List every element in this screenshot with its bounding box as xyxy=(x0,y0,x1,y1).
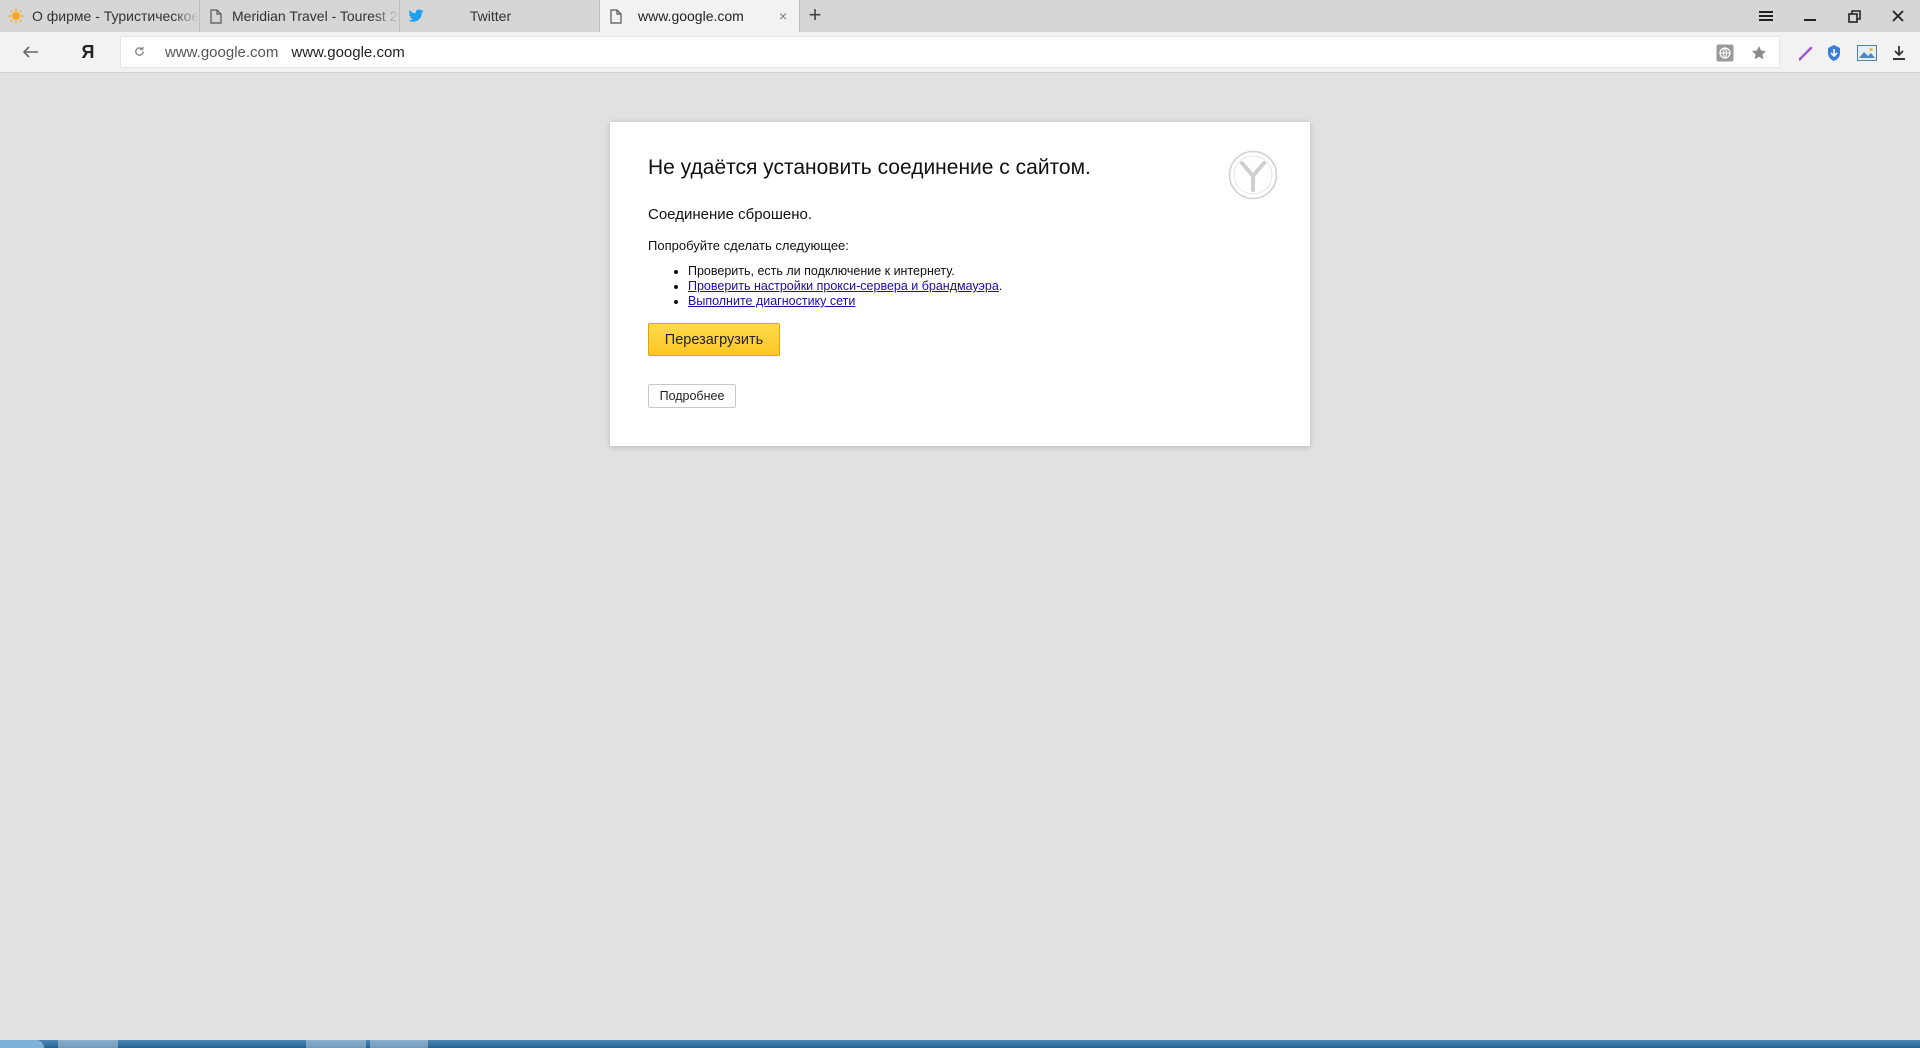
tab-strip: О фирме - Туристическое а Meridian Trave… xyxy=(0,0,1920,33)
proxy-settings-link[interactable]: Проверить настройки прокси-сервера и бра… xyxy=(688,279,999,293)
download-shield-extension-icon[interactable] xyxy=(1823,42,1845,64)
taskbar-item[interactable] xyxy=(370,1040,428,1048)
tab-google-active[interactable]: www.google.com × xyxy=(600,0,800,32)
reload-button[interactable]: Перезагрузить xyxy=(648,323,780,356)
back-button[interactable] xyxy=(11,32,51,72)
twitter-bird-icon xyxy=(408,8,424,24)
tab-o-firme[interactable]: О фирме - Туристическое а xyxy=(0,0,200,32)
suggestion-check-proxy: Проверить настройки прокси-сервера и бра… xyxy=(688,279,1002,294)
tab-label: Twitter xyxy=(469,8,512,24)
taskbar xyxy=(0,1040,1920,1048)
bookmark-star-icon[interactable] xyxy=(1749,43,1769,63)
pen-extension-icon[interactable] xyxy=(1795,42,1817,64)
tab-label: www.google.com xyxy=(638,8,744,24)
error-title: Не удаётся установить соединение с сайто… xyxy=(648,156,1091,179)
network-diagnostics-link[interactable]: Выполните диагностику сети xyxy=(688,294,855,308)
taskbar-item[interactable] xyxy=(58,1040,118,1048)
start-button[interactable] xyxy=(0,1040,44,1048)
new-tab-button[interactable]: + xyxy=(803,4,827,27)
back-arrow-icon xyxy=(23,46,38,58)
tab-label: О фирме - Туристическое а xyxy=(32,8,199,24)
downloads-icon[interactable] xyxy=(1888,42,1910,64)
tab-close-icon[interactable]: × xyxy=(775,8,791,24)
suggestion-list: Проверить, есть ли подключение к интерне… xyxy=(648,264,1002,309)
image-extension-icon[interactable] xyxy=(1856,42,1878,64)
menu-icon[interactable] xyxy=(1744,0,1788,32)
sun-favicon-icon xyxy=(8,8,24,24)
translate-icon[interactable] xyxy=(1715,43,1735,63)
try-label: Попробуйте сделать следующее: xyxy=(648,238,849,253)
connection-error-card: Не удаётся установить соединение с сайто… xyxy=(610,122,1310,446)
yandex-browser-logo-icon xyxy=(1228,150,1278,200)
tab-meridian-travel[interactable]: Meridian Travel - Tourest 20 xyxy=(200,0,400,32)
yandex-button[interactable]: Я xyxy=(68,32,108,72)
address-url[interactable]: www.google.com xyxy=(291,44,404,61)
tab-twitter[interactable]: Twitter xyxy=(400,0,600,32)
suggestion-check-internet: Проверить, есть ли подключение к интерне… xyxy=(688,264,1002,279)
restore-icon[interactable] xyxy=(1832,0,1876,32)
address-host: www.google.com xyxy=(165,43,279,61)
suggestion-network-diagnostics: Выполните диагностику сети xyxy=(688,294,1002,309)
taskbar-item[interactable] xyxy=(306,1040,366,1048)
details-button[interactable]: Подробнее xyxy=(648,384,736,408)
error-subtitle: Соединение сброшено. xyxy=(648,206,813,223)
tab-label: Meridian Travel - Tourest 20 xyxy=(232,8,399,24)
close-icon[interactable] xyxy=(1876,0,1920,32)
reload-small-icon[interactable] xyxy=(131,45,147,60)
page-icon xyxy=(208,8,224,24)
navigation-toolbar: Я www.google.com www.google.com xyxy=(0,32,1920,73)
minimize-icon[interactable] xyxy=(1788,0,1832,32)
page-icon xyxy=(608,8,624,24)
address-bar[interactable]: www.google.com www.google.com xyxy=(120,36,1780,68)
